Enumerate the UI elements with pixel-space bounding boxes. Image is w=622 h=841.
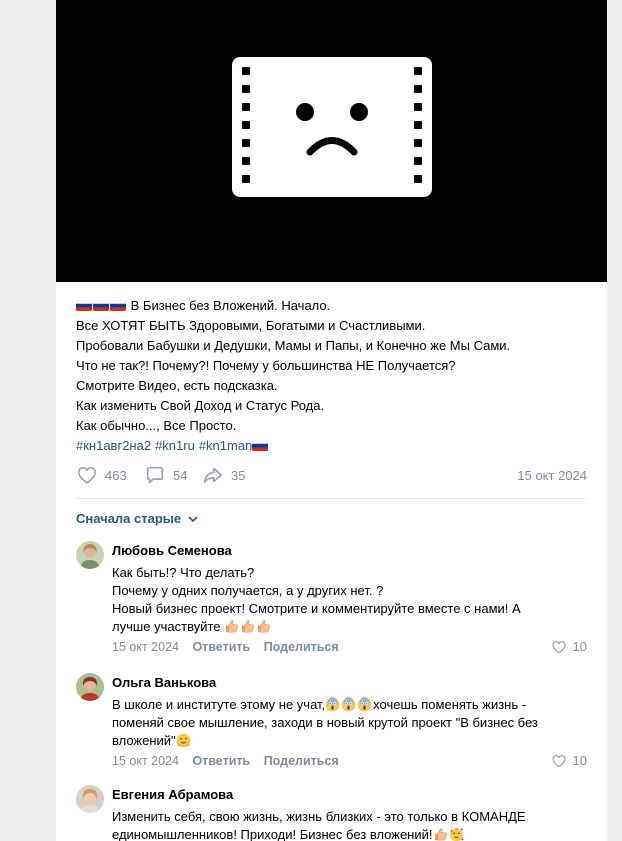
comment-text: Изменить себя, свою жизнь, жизнь близких… bbox=[112, 808, 587, 841]
comment-author[interactable]: Ольга Ванькова bbox=[112, 675, 587, 691]
comment-text: В школе и институте этому не учат, хочешь… bbox=[112, 696, 587, 750]
share-button[interactable]: 35 bbox=[202, 463, 245, 487]
comment-text-segment: единомышленников! Приходи! Бизнес без вл… bbox=[112, 827, 433, 841]
avatar[interactable] bbox=[76, 541, 104, 569]
avatar[interactable] bbox=[76, 673, 104, 701]
comment-count: 54 bbox=[173, 467, 188, 483]
comment-text-segment: лучше участвуйте bbox=[112, 619, 221, 634]
reply-button[interactable]: Ответить bbox=[192, 640, 250, 654]
comment-text-segment: В школе и институте этому не учат, bbox=[112, 697, 326, 712]
comment-meta: 15 окт 2024 Ответить Поделиться 10 bbox=[112, 639, 587, 655]
share-icon bbox=[203, 467, 223, 484]
comment-text-line: Почему у одних получается, а у других не… bbox=[112, 583, 384, 598]
post-actions: 463 54 35 15 окт 2024 bbox=[76, 463, 587, 487]
post-line-1: В Бизнес без Вложений. Начало. bbox=[76, 296, 596, 316]
comment-text-line: Изменить себя, свою жизнь, жизнь близких… bbox=[112, 809, 526, 824]
screaming-face-emoji-icon bbox=[341, 697, 356, 712]
comment-text-segment: хочешь поменять жизнь - bbox=[373, 697, 527, 712]
comment-text-line-with-emoji: В школе и институте этому не учат, хочешь… bbox=[112, 696, 587, 714]
chevron-down-icon bbox=[188, 516, 198, 522]
hashtag-link[interactable]: #kn1ru bbox=[155, 438, 195, 453]
comment-button[interactable]: 54 bbox=[144, 463, 187, 487]
thumbs-up-emoji-icon bbox=[224, 619, 239, 634]
post-text-line: Как обычно..., Все Просто. bbox=[76, 418, 237, 433]
russian-flag-icon bbox=[93, 300, 109, 311]
comment-text-line-with-emoji: вложений" bbox=[112, 732, 587, 750]
like-count: 463 bbox=[105, 467, 127, 483]
video-player[interactable] bbox=[56, 0, 607, 282]
post-text-line: Пробовали Бабушки и Дедушки, Мамы и Папы… bbox=[76, 338, 511, 353]
share-comment-button[interactable]: Поделиться bbox=[264, 754, 339, 768]
russian-flag-icon bbox=[110, 300, 126, 311]
post-text-line: Смотрите Видео, есть подсказка. bbox=[76, 378, 278, 393]
thumbs-up-emoji-icon bbox=[256, 619, 271, 634]
comment-like-button[interactable]: 10 bbox=[551, 639, 587, 655]
share-comment-button[interactable]: Поделиться bbox=[264, 640, 339, 654]
thumbs-up-emoji-icon bbox=[433, 827, 448, 841]
like-button[interactable]: 463 bbox=[76, 463, 127, 487]
hashtag-link[interactable]: #кн1авг2на2 bbox=[76, 438, 151, 453]
comment-text-line: поменяй свое мышление, заходи в новый кр… bbox=[112, 715, 538, 730]
comment-like-count: 10 bbox=[572, 639, 587, 654]
comment-author[interactable]: Любовь Семенова bbox=[112, 543, 587, 559]
reply-button[interactable]: Ответить bbox=[192, 754, 250, 768]
divider bbox=[76, 498, 587, 499]
comment-text-line-with-emoji: лучше участвуйте bbox=[112, 618, 587, 636]
russian-flag-icon bbox=[252, 440, 268, 451]
comment-meta: 15 окт 2024 Ответить Поделиться 10 bbox=[112, 753, 587, 769]
heart-icon bbox=[551, 639, 567, 655]
comment-text-line: Новый бизнес проект! Смотрите и комменти… bbox=[112, 601, 521, 616]
post-text-line: Что не так?! Почему?! Почему у большинст… bbox=[76, 358, 456, 373]
comment-date[interactable]: 15 окт 2024 bbox=[112, 640, 179, 654]
post-text-line: Все ХОТЯТ БЫТЬ Здоровыми, Богатыми и Сча… bbox=[76, 318, 426, 333]
post-date[interactable]: 15 окт 2024 bbox=[517, 468, 587, 483]
sad-video-unavailable-icon bbox=[232, 57, 432, 197]
screaming-face-emoji-icon bbox=[357, 697, 372, 712]
comment-text-segment: вложений" bbox=[112, 733, 176, 748]
avatar[interactable] bbox=[76, 785, 104, 813]
comment-like-button[interactable]: 10 bbox=[551, 753, 587, 769]
heart-icon bbox=[76, 464, 98, 486]
hugging-face-emoji-icon bbox=[176, 733, 191, 748]
comment-like-count: 10 bbox=[572, 753, 587, 768]
russian-flag-icon bbox=[76, 300, 92, 311]
comment-author[interactable]: Евгения Абрамова bbox=[112, 787, 587, 803]
heart-icon bbox=[551, 753, 567, 769]
post-card: В Бизнес без Вложений. Начало. Все ХОТЯТ… bbox=[56, 0, 607, 841]
comments-sort-dropdown[interactable]: Сначала старые bbox=[76, 511, 199, 526]
sort-label: Сначала старые bbox=[76, 511, 182, 526]
comment-text: Как быть!? Что делать? Почему у одних по… bbox=[112, 564, 587, 636]
post-text-line: Как изменить Свой Доход и Статус Рода. bbox=[76, 398, 325, 413]
hashtag-link[interactable]: #kn1man bbox=[199, 438, 252, 453]
smiling-face-with-hearts-emoji-icon bbox=[449, 827, 464, 841]
comment-icon bbox=[146, 466, 164, 484]
post-text: В Бизнес без Вложений. Начало. Все ХОТЯТ… bbox=[76, 296, 596, 456]
thumbs-up-emoji-icon bbox=[240, 619, 255, 634]
share-count: 35 bbox=[231, 467, 246, 483]
screaming-face-emoji-icon bbox=[325, 697, 340, 712]
comment-date[interactable]: 15 окт 2024 bbox=[112, 754, 179, 768]
comment-text-line: Как быть!? Что делать? bbox=[112, 565, 255, 580]
post-text-line: В Бизнес без Вложений. Начало. bbox=[130, 298, 331, 313]
hashtags: #кн1авг2на2 #kn1ru #kn1man bbox=[76, 436, 596, 456]
comment-text-line-with-emoji: единомышленников! Приходи! Бизнес без вл… bbox=[112, 826, 587, 841]
